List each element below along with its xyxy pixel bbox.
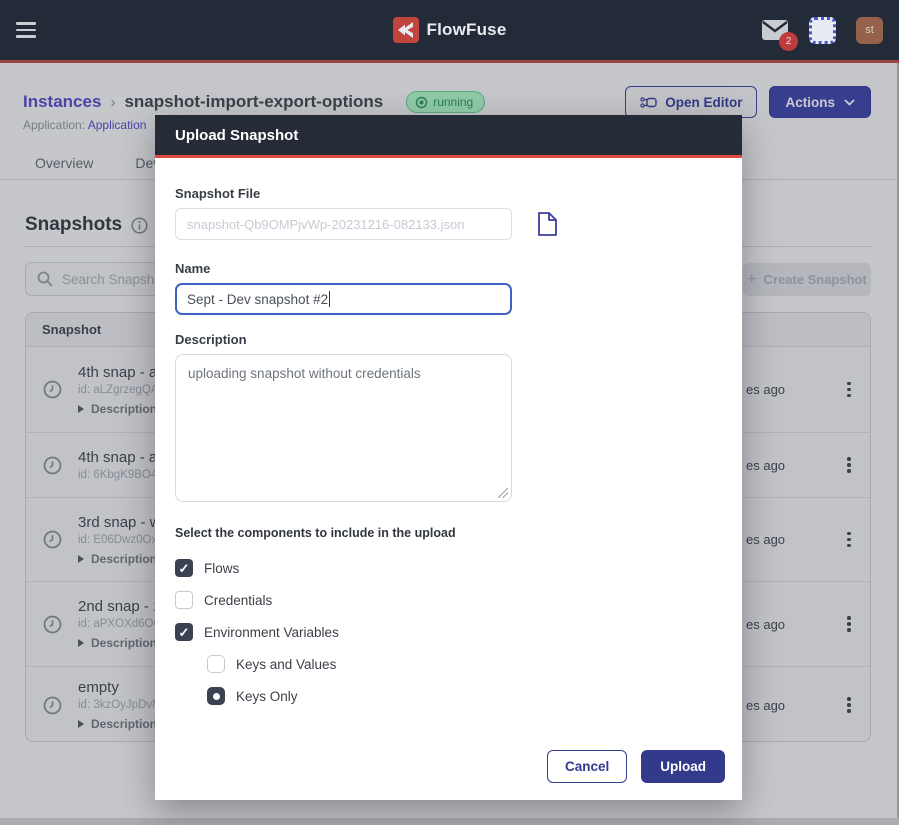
breadcrumb: Instances › snapshot-import-export-optio… <box>23 86 485 118</box>
team-icon[interactable] <box>809 17 836 44</box>
snapshot-title: 4th snap - a <box>78 364 159 381</box>
create-snapshot-label: Create Snapshot <box>764 272 867 287</box>
brand-name: FlowFuse <box>427 20 507 40</box>
checkbox-icon[interactable] <box>175 623 193 641</box>
breadcrumb-separator: › <box>110 94 115 111</box>
snapshot-file-label: Snapshot File <box>175 186 722 201</box>
kebab-menu-button[interactable] <box>836 690 862 720</box>
kebab-menu-button[interactable] <box>836 450 862 480</box>
menu-icon[interactable] <box>16 13 50 47</box>
triangle-icon <box>78 555 84 563</box>
name-input[interactable]: Sept - Dev snapshot #2 <box>175 283 512 315</box>
snapshot-id: id: E06Dwz0Oxp <box>78 534 164 546</box>
running-icon <box>415 96 428 109</box>
description-textarea[interactable]: uploading snapshot without credentials <box>175 354 512 502</box>
upload-button[interactable]: Upload <box>641 750 725 783</box>
clock-icon <box>43 456 62 475</box>
snapshots-heading: Snapshots <box>25 214 122 236</box>
actions-button[interactable]: Actions <box>769 86 871 118</box>
notification-badge: 2 <box>779 32 798 51</box>
kebab-menu-button[interactable] <box>836 525 862 555</box>
time-ago: es ago <box>746 532 785 547</box>
snapshot-id: id: 6KbgK9BO4a <box>78 469 164 481</box>
application-link[interactable]: Application <box>88 118 147 132</box>
option-credentials[interactable]: Credentials <box>175 584 722 616</box>
open-editor-button[interactable]: Open Editor <box>625 86 757 118</box>
triangle-icon <box>78 720 84 728</box>
window-bottom-edge <box>0 818 899 825</box>
description-label: Description <box>91 402 157 416</box>
components-label: Select the components to include in the … <box>175 526 722 540</box>
time-ago: es ago <box>746 382 785 397</box>
snapshot-title: empty <box>78 679 162 696</box>
page-title: snapshot-import-export-options <box>124 92 383 112</box>
snapshot-file-placeholder: snapshot-Qb9OMPjvWp-20231216-082133.json <box>187 217 465 232</box>
mail-icon[interactable]: 2 <box>761 19 789 41</box>
snapshot-id: id: 3kzOyJpDvM <box>78 699 162 711</box>
snapshot-file-input: snapshot-Qb9OMPjvWp-20231216-082133.json <box>175 208 512 240</box>
option-keys-and-values[interactable]: Keys and Values <box>207 648 722 680</box>
modal-title: Upload Snapshot <box>175 127 298 144</box>
plus-icon: + <box>747 271 756 289</box>
tab-overview[interactable]: Overview <box>35 155 93 171</box>
file-icon <box>537 211 558 237</box>
radio-icon[interactable] <box>207 655 225 673</box>
modal-header: Upload Snapshot <box>155 115 742 158</box>
kebab-menu-button[interactable] <box>836 375 862 405</box>
description-toggle[interactable]: Description <box>78 717 162 731</box>
time-ago: es ago <box>746 617 785 632</box>
upload-snapshot-modal: Upload Snapshot Snapshot File snapshot-Q… <box>155 115 742 800</box>
cancel-button[interactable]: Cancel <box>547 750 627 783</box>
brand-logo[interactable]: FlowFuse <box>393 17 507 43</box>
description-toggle[interactable]: Description <box>78 552 164 566</box>
kebab-menu-button[interactable] <box>836 609 862 639</box>
search-icon <box>37 271 53 287</box>
clock-icon <box>43 530 62 549</box>
time-ago: es ago <box>746 458 785 473</box>
snapshot-id: id: aLZgrzegQA <box>78 384 159 396</box>
description-toggle[interactable]: Description <box>78 402 159 416</box>
description-label: Description <box>175 332 722 347</box>
checkbox-icon[interactable] <box>175 591 193 609</box>
description-label: Description <box>91 636 157 650</box>
description-value: uploading snapshot without credentials <box>188 366 421 381</box>
name-label: Name <box>175 261 722 276</box>
clock-icon <box>43 696 62 715</box>
application-line: Application: Application <box>23 118 146 132</box>
triangle-icon <box>78 405 84 413</box>
application-label: Application: <box>23 118 85 132</box>
snapshot-title: 3rd snap - w <box>78 514 164 531</box>
navbar: FlowFuse 2 st <box>0 0 899 60</box>
time-ago: es ago <box>746 698 785 713</box>
component-options: Flows Credentials Environment Variables … <box>175 552 722 712</box>
editor-icon <box>640 95 657 110</box>
column-header-snapshot: Snapshot <box>26 322 101 337</box>
option-keys-only[interactable]: Keys Only <box>207 680 722 712</box>
clock-icon <box>43 615 62 634</box>
description-label: Description <box>91 552 157 566</box>
open-editor-label: Open Editor <box>665 95 742 110</box>
navbar-accent-divider <box>0 60 899 63</box>
flowfuse-logo-icon <box>393 17 419 43</box>
status-label: running <box>433 95 473 109</box>
radio-icon[interactable] <box>207 687 225 705</box>
clock-icon <box>43 380 62 399</box>
triangle-icon <box>78 639 84 647</box>
status-badge: running <box>406 91 485 113</box>
snapshot-title: 4th snap - a <box>78 449 164 466</box>
file-browse-button[interactable] <box>537 211 558 237</box>
description-label: Description <box>91 717 157 731</box>
resize-handle-icon[interactable] <box>498 488 508 498</box>
chevron-down-icon <box>844 99 855 106</box>
option-flows[interactable]: Flows <box>175 552 722 584</box>
option-environment-variables[interactable]: Environment Variables <box>175 616 722 648</box>
info-icon[interactable] <box>131 217 148 234</box>
avatar[interactable]: st <box>856 17 883 44</box>
text-caret <box>329 291 330 307</box>
checkbox-icon[interactable] <box>175 559 193 577</box>
create-snapshot-button[interactable]: + Create Snapshot <box>743 263 871 296</box>
name-value: Sept - Dev snapshot #2 <box>187 292 328 307</box>
actions-label: Actions <box>785 95 835 110</box>
breadcrumb-link-instances[interactable]: Instances <box>23 92 101 112</box>
